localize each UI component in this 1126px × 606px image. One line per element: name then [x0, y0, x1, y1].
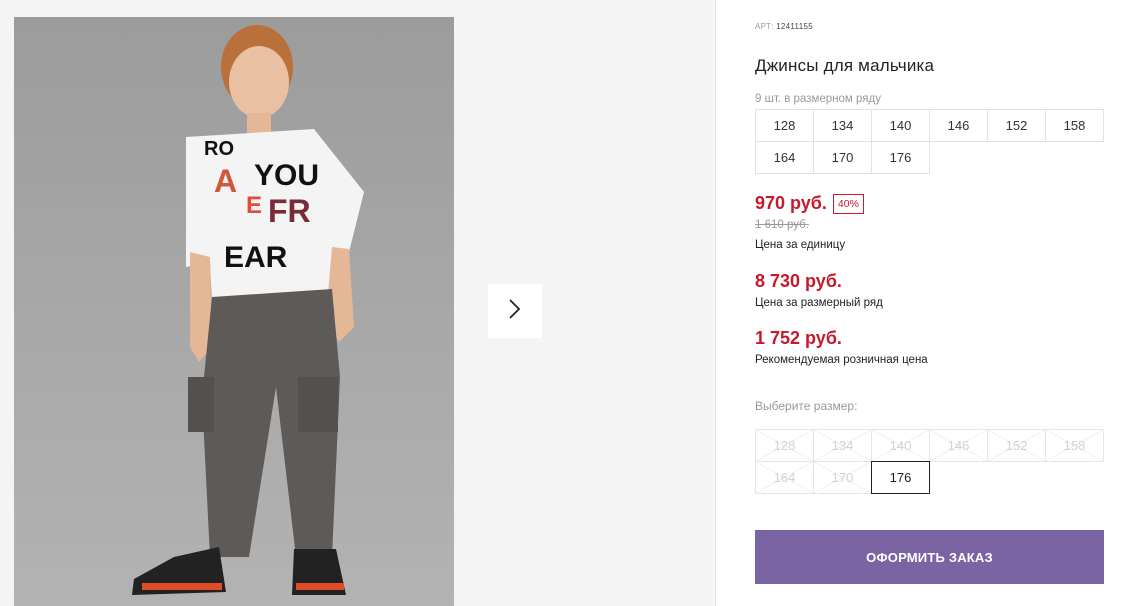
svg-text:EAR: EAR — [224, 241, 288, 274]
pack-size-cell: 152 — [987, 109, 1046, 142]
chevron-right-icon — [508, 298, 522, 325]
pack-total-price: 8 730 руб. — [755, 271, 842, 291]
pack-size-cell: 170 — [813, 141, 872, 174]
product-title: Джинсы для мальчика — [755, 56, 935, 75]
pack-size-cell: 176 — [871, 141, 930, 174]
svg-text:E: E — [246, 192, 262, 219]
size-option-unavailable: 134 — [813, 429, 872, 462]
svg-text:A: A — [214, 163, 237, 199]
pack-size-cell: 134 — [813, 109, 872, 142]
article-number: АРТ: 12411155 — [755, 22, 813, 31]
size-option-unavailable: 152 — [987, 429, 1046, 462]
pack-size-cell: 140 — [871, 109, 930, 142]
unit-price-label: Цена за единицу — [755, 239, 846, 251]
old-price: 1 610 руб. — [755, 219, 809, 231]
discount-badge: 40% — [832, 193, 864, 214]
unit-price: 970 руб. — [755, 193, 827, 213]
pack-size-cell: 146 — [929, 109, 988, 142]
svg-text:FR: FR — [268, 193, 311, 229]
size-option-selected[interactable]: 176 — [871, 461, 930, 494]
size-selector: 128 134 140 146 152 158 164 170 176 — [755, 429, 1111, 494]
size-option-unavailable: 146 — [929, 429, 988, 462]
size-option-unavailable: 164 — [755, 461, 814, 494]
place-order-button[interactable]: ОФОРМИТЬ ЗАКАЗ — [755, 530, 1104, 584]
svg-text:YOU: YOU — [254, 159, 319, 192]
article-label: АРТ: — [755, 22, 774, 31]
product-gallery: A YOU FR EAR E RO — [0, 0, 716, 606]
product-info-panel: АРТ: 12411155 Джинсы для мальчика 9 шт. … — [755, 0, 1115, 606]
next-image-button[interactable] — [488, 284, 542, 338]
svg-text:RO: RO — [204, 138, 234, 160]
size-option-unavailable: 128 — [755, 429, 814, 462]
unit-price-row: 970 руб. 40% — [755, 193, 864, 214]
pack-size-cell: 158 — [1045, 109, 1104, 142]
retail-price: 1 752 руб. — [755, 328, 842, 348]
pack-sizes-grid: 128 134 140 146 152 158 164 170 176 — [755, 109, 1111, 174]
choose-size-label: Выберите размер: — [755, 399, 858, 413]
retail-price-label: Рекомендуемая розничная цена — [755, 354, 928, 366]
size-option-unavailable: 158 — [1045, 429, 1104, 462]
product-photo[interactable]: A YOU FR EAR E RO — [14, 17, 454, 606]
size-option-unavailable: 170 — [813, 461, 872, 494]
size-option-unavailable: 140 — [871, 429, 930, 462]
panel-divider — [715, 0, 716, 606]
article-value: 12411155 — [776, 22, 813, 31]
pack-count-label: 9 шт. в размерном ряду — [755, 93, 881, 105]
pack-size-cell: 164 — [755, 141, 814, 174]
pack-total-label: Цена за размерный ряд — [755, 297, 883, 309]
pack-size-cell: 128 — [755, 109, 814, 142]
